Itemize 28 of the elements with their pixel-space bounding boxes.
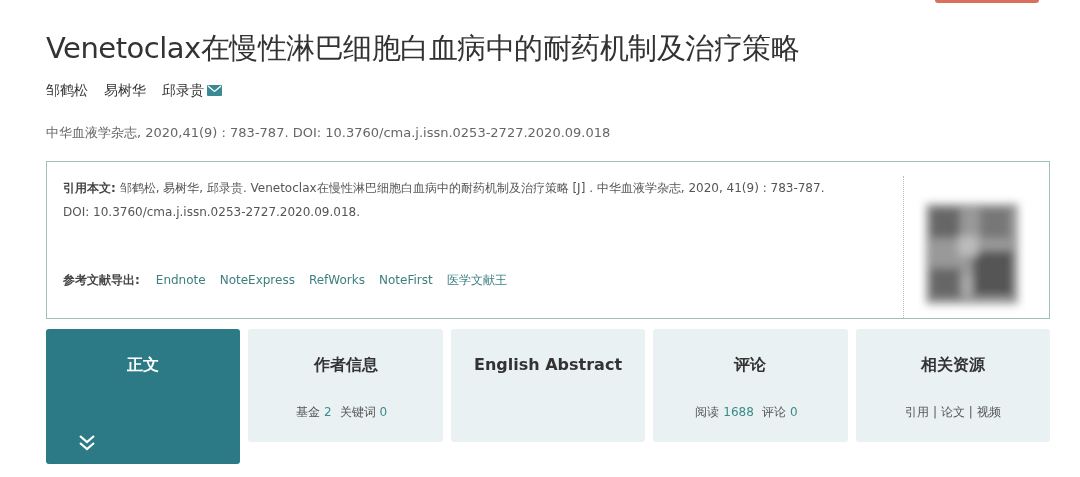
article-title: Venetoclax在慢性淋巴细胞白血病中的耐药机制及治疗策略 (46, 30, 801, 67)
export-link[interactable]: NoteFirst (378, 267, 433, 292)
count: 0 (379, 404, 388, 419)
meta-label: 关键词 (339, 404, 376, 419)
meta-label: 引用 | 论文 | 视频 (905, 404, 1001, 419)
export-label: 参考文献导出: (63, 271, 140, 289)
tab[interactable]: 正文 (46, 328, 241, 464)
tab[interactable]: 作者信息 基金 2 关键词 0 (248, 328, 443, 442)
author-link[interactable]: 邹鹤松 (46, 80, 88, 101)
author-link[interactable]: 邱录贵 (162, 80, 204, 101)
count: 0 (789, 404, 798, 419)
export-link[interactable]: RefWorks (308, 267, 365, 292)
citation-text: 引用本文: 邹鹤松, 易树华, 邱录贵. Venetoclax在慢性淋巴细胞白血病中的耐药机制及治疗策略 [J] . 中华血液学杂志, 2020, 41(9) : 783-787. DOI: 10.3760/cma.j.issn.0253-2727.2020.09.018. (63, 179, 826, 221)
meta-label: 评论 (761, 404, 786, 419)
meta-label: 基金 (295, 404, 320, 419)
email-icon[interactable] (207, 85, 222, 96)
tab[interactable]: 相关资源 引用 | 论文 | 视频 (855, 328, 1051, 442)
meta-label: 阅读 (695, 404, 720, 419)
count: 2 (323, 404, 332, 419)
export-link[interactable]: 医学文献王 (446, 267, 507, 292)
double-chevron-down-icon (78, 433, 96, 452)
export-link[interactable]: Endnote (155, 267, 206, 292)
count: 1688 (723, 404, 754, 419)
author-link[interactable]: 易树华 (104, 80, 146, 101)
export-link[interactable]: NoteExpress (219, 267, 295, 292)
tab[interactable]: English Abstract (450, 328, 646, 442)
tab[interactable]: 评论 阅读 1688 评论 0 (653, 328, 848, 442)
journal-info: 中华血液学杂志, 2020,41(9) : 783-787. DOI: 10.3760/cma.j.issn.0253-2727.2020.09.018 (46, 124, 612, 142)
